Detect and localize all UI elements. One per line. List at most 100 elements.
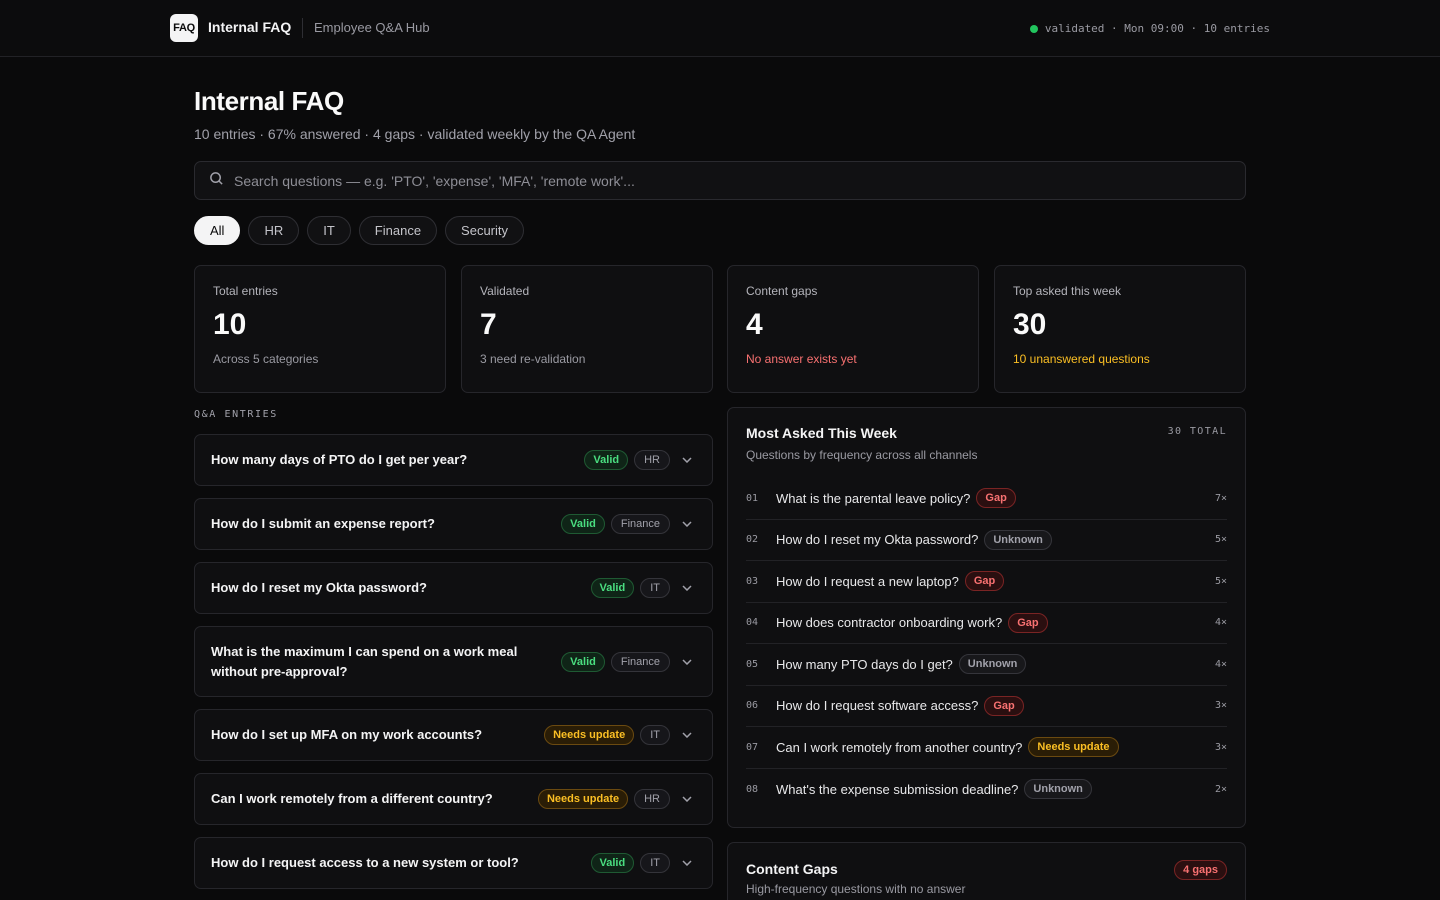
stat-card-gaps: Content gaps 4 No answer exists yet [727,265,979,393]
status-text: validated · Mon 09:00 · 10 entries [1044,22,1270,35]
panel-title: Content Gaps [746,861,838,877]
chevron-down-icon[interactable] [678,653,696,671]
filter-it[interactable]: IT [307,216,351,245]
filter-security[interactable]: Security [445,216,525,245]
list-item[interactable]: 02 How do I reset my Okta password? Unkn… [746,520,1227,561]
status-badge: Gap [984,695,1024,716]
brand-name: Internal FAQ [208,19,292,35]
stat-card-total: Total entries 10 Across 5 categories [194,265,446,393]
status-badge: Valid [561,651,605,672]
filter-finance[interactable]: Finance [358,216,438,245]
status-badge: Gap [1008,612,1048,633]
status-badge: Valid [590,578,635,598]
rank-number: 05 [746,658,759,670]
qa-entry[interactable]: How many days of PTO do I get per year? … [194,434,713,486]
category-tag: IT [640,853,670,873]
question-text: How do I request a new laptop? [776,573,959,589]
page-title: Internal FAQ [194,86,344,116]
search-input[interactable] [234,172,1194,189]
rank-number: 06 [746,700,759,712]
page-subtitle: 10 entries · 67% answered · 4 gaps · val… [194,126,636,142]
status-badge: Needs update [544,725,635,745]
stat-note: 10 unanswered questions [1013,352,1150,366]
chevron-down-icon[interactable] [678,451,696,469]
gaps-count-badge: 4 gaps [1174,860,1227,880]
ask-count: 5× [1214,575,1227,587]
qa-question: How do I reset my Okta password? [211,580,427,595]
qa-entry[interactable]: How do I set up MFA on my work accounts?… [194,709,713,761]
chevron-down-icon[interactable] [678,515,696,533]
stat-label: Validated [480,284,530,298]
stat-label: Total entries [213,284,278,298]
validation-status: validated · Mon 09:00 · 10 entries [1029,22,1270,35]
chevron-down-icon[interactable] [678,726,696,744]
search-icon [209,171,224,191]
content-gaps-panel: Content Gaps High-frequency questions wi… [727,842,1246,900]
category-filters: All HR IT Finance Security [194,216,525,245]
category-tag: Finance [610,514,670,534]
panel-subtitle: Questions by frequency across all channe… [746,448,978,462]
list-item[interactable]: 05 How many PTO days do I get? Unknown 4… [746,644,1227,686]
list-item[interactable]: 08 What's the expense submission deadlin… [746,769,1227,811]
list-item[interactable]: 03 How do I request a new laptop? Gap 5× [746,561,1227,603]
filter-all[interactable]: All [194,216,241,245]
qa-section-label: Q&A ENTRIES [194,409,278,420]
ask-count: 4× [1214,658,1227,670]
search-bar[interactable] [194,161,1246,200]
faq-logo: FAQ [170,14,198,42]
question-text: How many PTO days do I get? [776,656,953,672]
question-text: What is the parental leave policy? [776,490,971,506]
qa-entry[interactable]: Can I work remotely from a different cou… [194,773,713,825]
question-text: How does contractor onboarding work? [776,615,1003,631]
qa-entry[interactable]: What is the maximum I can spend on a wor… [194,626,713,697]
panel-title: Most Asked This Week [746,425,897,441]
qa-entry[interactable]: How do I request access to a new system … [194,837,713,889]
rank-number: 03 [746,575,759,587]
status-badge: Needs update [1028,737,1119,758]
stat-label: Content gaps [746,284,818,298]
ask-count: 3× [1214,700,1227,712]
stat-value: 4 [746,308,763,341]
ask-count: 3× [1214,741,1227,753]
status-dot-icon [1029,24,1038,33]
brand-subtitle: Employee Q&A Hub [314,20,430,35]
qa-question: How do I request access to a new system … [211,855,519,870]
ask-count: 4× [1214,617,1227,629]
qa-question: How do I set up MFA on my work accounts? [211,727,483,742]
status-badge: Valid [590,853,635,873]
status-badge: Unknown [1024,779,1092,800]
qa-entry[interactable]: How do I reset my Okta password? Valid I… [194,562,713,614]
status-badge: Needs update [537,789,629,809]
stat-note: 3 need re-validation [480,352,586,366]
filter-hr[interactable]: HR [248,216,300,245]
stat-note: Across 5 categories [213,352,319,366]
chevron-down-icon[interactable] [678,579,696,597]
status-badge: Valid [561,514,605,534]
question-text: Can I work remotely from another country… [776,739,1023,755]
qa-entry[interactable]: How do I submit an expense report? Valid… [194,498,713,550]
question-text: What's the expense submission deadline? [776,781,1019,797]
rank-number: 04 [746,617,759,629]
top-bar: FAQ Internal FAQ Employee Q&A Hub valida… [0,0,1440,57]
question-text: How do I reset my Okta password? [776,532,979,548]
ask-count: 2× [1214,783,1227,795]
category-tag: IT [640,725,670,745]
question-text: How do I request software access? [776,698,979,714]
chevron-down-icon[interactable] [678,790,696,808]
qa-question: How do I submit an expense report? [211,516,435,531]
status-badge: Gap [964,571,1005,592]
most-asked-panel: Most Asked This Week Questions by freque… [727,407,1246,828]
rank-number: 07 [746,741,759,753]
qa-entries-list: How many days of PTO do I get per year? … [194,434,713,900]
stat-value: 7 [480,308,497,341]
chevron-down-icon[interactable] [678,854,696,872]
list-item[interactable]: 04 How does contractor onboarding work? … [746,603,1227,644]
status-badge: Gap [976,488,1016,509]
list-item[interactable]: 07 Can I work remotely from another coun… [746,727,1227,769]
list-item[interactable]: 01 What is the parental leave policy? Ga… [746,478,1227,520]
stat-card-top-asked: Top asked this week 30 10 unanswered que… [994,265,1246,393]
list-item[interactable]: 06 How do I request software access? Gap… [746,686,1227,727]
category-tag: IT [640,578,670,598]
status-badge: Valid [584,450,629,470]
stat-note: No answer exists yet [746,352,857,366]
